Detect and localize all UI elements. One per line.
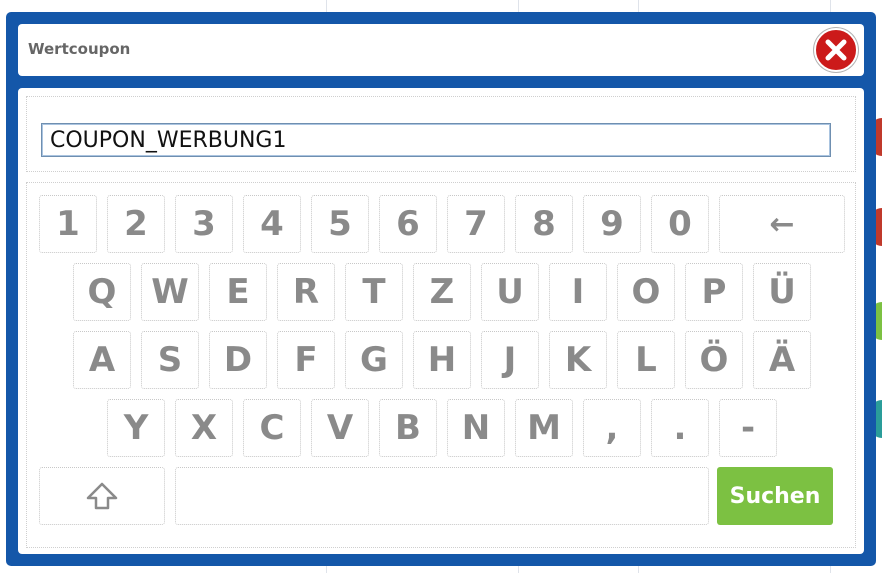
dialog-body: 1234567890 QWERTZUIOPÜ ASDFGHJKLÖÄ YXCVBNM,… [18, 88, 864, 554]
key-row4-4[interactable]: B [379, 399, 437, 457]
key-row3-2[interactable]: D [209, 331, 267, 389]
key-row2-2[interactable]: E [209, 263, 267, 321]
space-key[interactable] [175, 467, 709, 525]
key-row2-7[interactable]: I [549, 263, 607, 321]
key-row4-2[interactable]: C [243, 399, 301, 457]
key-row4-6[interactable]: M [515, 399, 573, 457]
shift-arrow-icon [86, 482, 118, 510]
key-row2-1[interactable]: W [141, 263, 199, 321]
key-row4-7[interactable]: , [583, 399, 641, 457]
close-button[interactable] [814, 28, 858, 72]
key-row1-6[interactable]: 7 [447, 195, 505, 253]
search-button[interactable]: Suchen [717, 467, 833, 525]
key-row1-4[interactable]: 5 [311, 195, 369, 253]
key-row3-6[interactable]: J [481, 331, 539, 389]
key-row3-3[interactable]: F [277, 331, 335, 389]
key-row2-6[interactable]: U [481, 263, 539, 321]
key-row1-5[interactable]: 6 [379, 195, 437, 253]
input-area [26, 96, 856, 172]
key-row1-0[interactable]: 1 [39, 195, 97, 253]
key-row1-3[interactable]: 4 [243, 195, 301, 253]
key-row1-8[interactable]: 9 [583, 195, 641, 253]
coupon-code-input[interactable] [41, 123, 831, 157]
key-row1-9[interactable]: 0 [651, 195, 709, 253]
key-row2-4[interactable]: T [345, 263, 403, 321]
dialog-title: Wertcoupon [28, 40, 131, 58]
key-row2-9[interactable]: P [685, 263, 743, 321]
key-row2-0[interactable]: Q [73, 263, 131, 321]
key-row4-8[interactable]: . [651, 399, 709, 457]
close-x-icon [825, 39, 847, 61]
key-row4-9[interactable]: - [719, 399, 777, 457]
key-row4-5[interactable]: N [447, 399, 505, 457]
backspace-key[interactable]: ← [719, 195, 845, 253]
key-row1-7[interactable]: 8 [515, 195, 573, 253]
key-row4-3[interactable]: V [311, 399, 369, 457]
key-row2-8[interactable]: O [617, 263, 675, 321]
key-row3-5[interactable]: H [413, 331, 471, 389]
key-row2-10[interactable]: Ü [753, 263, 811, 321]
key-row1-1[interactable]: 2 [107, 195, 165, 253]
key-row3-0[interactable]: A [73, 331, 131, 389]
key-row3-4[interactable]: G [345, 331, 403, 389]
key-row2-5[interactable]: Z [413, 263, 471, 321]
key-row4-0[interactable]: Y [107, 399, 165, 457]
onscreen-keyboard: 1234567890 QWERTZUIOPÜ ASDFGHJKLÖÄ YXCVBNM,… [26, 182, 856, 548]
key-row3-8[interactable]: L [617, 331, 675, 389]
shift-key[interactable] [39, 467, 165, 525]
coupon-dialog: Wertcoupon 1234567890 QWERTZUIOPÜ ASDFGHJK… [6, 12, 876, 566]
key-row2-3[interactable]: R [277, 263, 335, 321]
key-row1-2[interactable]: 3 [175, 195, 233, 253]
key-row3-9[interactable]: Ö [685, 331, 743, 389]
key-row3-10[interactable]: Ä [753, 331, 811, 389]
key-row3-7[interactable]: K [549, 331, 607, 389]
key-row3-1[interactable]: S [141, 331, 199, 389]
key-row4-1[interactable]: X [175, 399, 233, 457]
dialog-titlebar: Wertcoupon [18, 24, 864, 76]
